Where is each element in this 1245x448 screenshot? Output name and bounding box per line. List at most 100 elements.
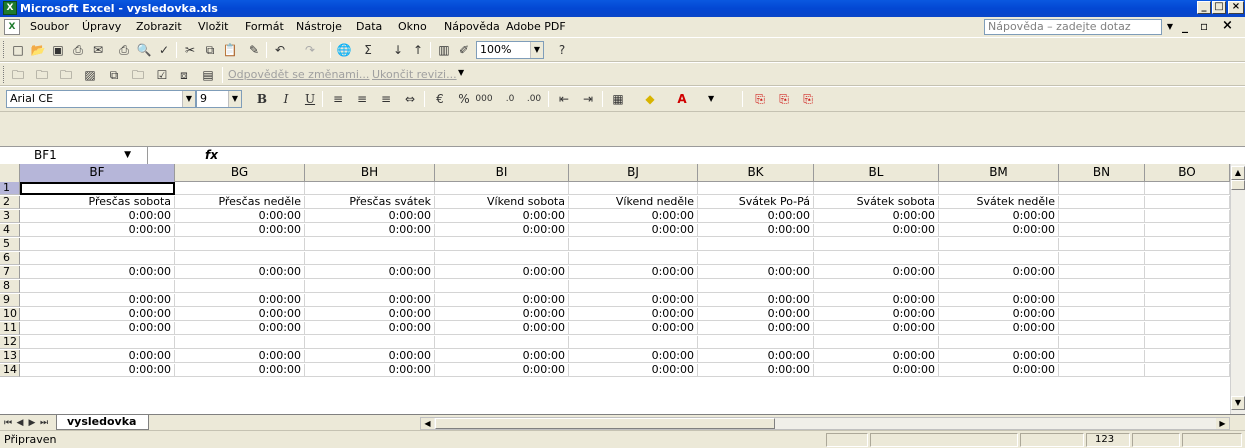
folder-icon[interactable]: 🗀	[8, 66, 28, 84]
folder-open-icon[interactable]: 🗀	[128, 66, 148, 84]
cell[interactable]: Svátek Po-Pá	[698, 196, 814, 209]
row-header[interactable]: 14	[0, 364, 20, 377]
cell[interactable]	[435, 238, 569, 251]
row-header[interactable]: 7	[0, 266, 20, 279]
cell[interactable]: 0:00:00	[305, 322, 435, 335]
cell[interactable]: Přesčas svátek	[305, 196, 435, 209]
cell[interactable]	[814, 252, 939, 265]
cell[interactable]: 0:00:00	[175, 350, 305, 363]
cell[interactable]: 0:00:00	[569, 210, 698, 223]
cell[interactable]: 0:00:00	[939, 350, 1059, 363]
cell[interactable]: 0:00:00	[569, 224, 698, 237]
cell[interactable]	[569, 182, 698, 195]
doc-close-button[interactable]: ×	[1222, 18, 1233, 33]
menu-upravy[interactable]: Úpravy	[82, 19, 121, 35]
cell[interactable]: Svátek neděle	[939, 196, 1059, 209]
format-painter-icon[interactable]: ✎	[244, 41, 264, 59]
sheet-tab-vysledovka[interactable]: vysledovka	[56, 415, 150, 430]
chevron-down-icon[interactable]: ▼	[708, 94, 714, 103]
undo-icon[interactable]: ↶	[270, 41, 290, 59]
network-icon[interactable]: ⧈	[174, 66, 194, 84]
drawing-icon[interactable]: ✐	[454, 41, 474, 59]
font-color-icon[interactable]: A	[672, 90, 692, 108]
hyperlink-icon[interactable]: 🌐	[334, 41, 354, 59]
cell[interactable]: 0:00:00	[698, 294, 814, 307]
cell[interactable]	[20, 280, 175, 293]
cell[interactable]: 0:00:00	[698, 224, 814, 237]
cell[interactable]: 0:00:00	[939, 266, 1059, 279]
cell[interactable]	[1059, 182, 1145, 195]
reply-icon[interactable]: 🗀	[32, 66, 52, 84]
cell[interactable]: 0:00:00	[569, 308, 698, 321]
cell[interactable]	[939, 336, 1059, 349]
cell[interactable]	[435, 252, 569, 265]
spelling-icon[interactable]: ✓	[154, 41, 174, 59]
image-icon[interactable]: ▨	[80, 66, 100, 84]
font-size-select[interactable]: 9 ▼	[196, 90, 242, 108]
workbook-icon[interactable]: X	[4, 19, 20, 35]
cell[interactable]: 0:00:00	[698, 210, 814, 223]
cell[interactable]	[1145, 266, 1230, 279]
cell[interactable]: 0:00:00	[20, 364, 175, 377]
font-name-select[interactable]: Arial CE ▼	[6, 90, 196, 108]
column-header[interactable]: BJ	[569, 164, 698, 182]
cell[interactable]: Víkend neděle	[569, 196, 698, 209]
cell[interactable]	[814, 182, 939, 195]
cell[interactable]	[698, 238, 814, 251]
cell[interactable]: 0:00:00	[435, 294, 569, 307]
close-button[interactable]: ×	[1228, 1, 1244, 14]
active-cell[interactable]	[20, 182, 175, 195]
excel-app-icon[interactable]: X	[3, 1, 17, 15]
cell[interactable]: 0:00:00	[175, 322, 305, 335]
italic-button[interactable]: I	[276, 90, 296, 108]
print-icon[interactable]: ⎙	[114, 41, 134, 59]
cell[interactable]: 0:00:00	[698, 308, 814, 321]
cell[interactable]	[1145, 210, 1230, 223]
cell[interactable]: 0:00:00	[20, 308, 175, 321]
cell[interactable]	[1059, 280, 1145, 293]
cell[interactable]	[1059, 252, 1145, 265]
cell[interactable]: 0:00:00	[435, 322, 569, 335]
scroll-thumb[interactable]	[1231, 180, 1245, 190]
cell[interactable]	[1145, 238, 1230, 251]
cell[interactable]	[569, 280, 698, 293]
last-sheet-icon[interactable]: ⏭	[38, 417, 50, 429]
redo-icon[interactable]: ↷	[300, 41, 320, 59]
cell[interactable]	[20, 252, 175, 265]
cell[interactable]: 0:00:00	[939, 322, 1059, 335]
checkbox-icon[interactable]: ☑	[152, 66, 172, 84]
cell[interactable]: 0:00:00	[569, 294, 698, 307]
cell[interactable]: Svátek sobota	[814, 196, 939, 209]
autosum-icon[interactable]: Σ	[358, 41, 378, 59]
open-icon[interactable]: 📂	[28, 41, 48, 59]
cell[interactable]	[1059, 210, 1145, 223]
cell[interactable]: 0:00:00	[20, 210, 175, 223]
cell[interactable]	[814, 336, 939, 349]
cell[interactable]	[435, 336, 569, 349]
cell[interactable]: 0:00:00	[305, 266, 435, 279]
cell[interactable]	[1145, 294, 1230, 307]
row-header[interactable]: 6	[0, 252, 20, 265]
doc-restore-button[interactable]: ▫	[1200, 19, 1208, 33]
minimize-button[interactable]: _	[1197, 1, 1211, 14]
cell[interactable]	[1059, 364, 1145, 377]
percent-button[interactable]: %	[454, 90, 474, 108]
cell[interactable]	[1145, 336, 1230, 349]
cell[interactable]	[698, 280, 814, 293]
cell[interactable]: 0:00:00	[569, 266, 698, 279]
cell[interactable]	[939, 182, 1059, 195]
toolbar-grip[interactable]	[3, 66, 6, 83]
thousands-button[interactable]: 000	[474, 90, 494, 108]
cell[interactable]: 0:00:00	[698, 364, 814, 377]
cell[interactable]: 0:00:00	[175, 210, 305, 223]
cell[interactable]: 0:00:00	[939, 364, 1059, 377]
cell[interactable]: 0:00:00	[569, 364, 698, 377]
chevron-down-icon[interactable]: ▼	[228, 91, 241, 107]
cell[interactable]	[1145, 280, 1230, 293]
cell[interactable]: 0:00:00	[814, 210, 939, 223]
cell[interactable]: 0:00:00	[435, 350, 569, 363]
name-box[interactable]: BF1 ▼	[0, 147, 148, 164]
cell[interactable]: 0:00:00	[698, 266, 814, 279]
cell[interactable]	[569, 336, 698, 349]
fill-color-icon[interactable]: ◆	[640, 90, 660, 108]
